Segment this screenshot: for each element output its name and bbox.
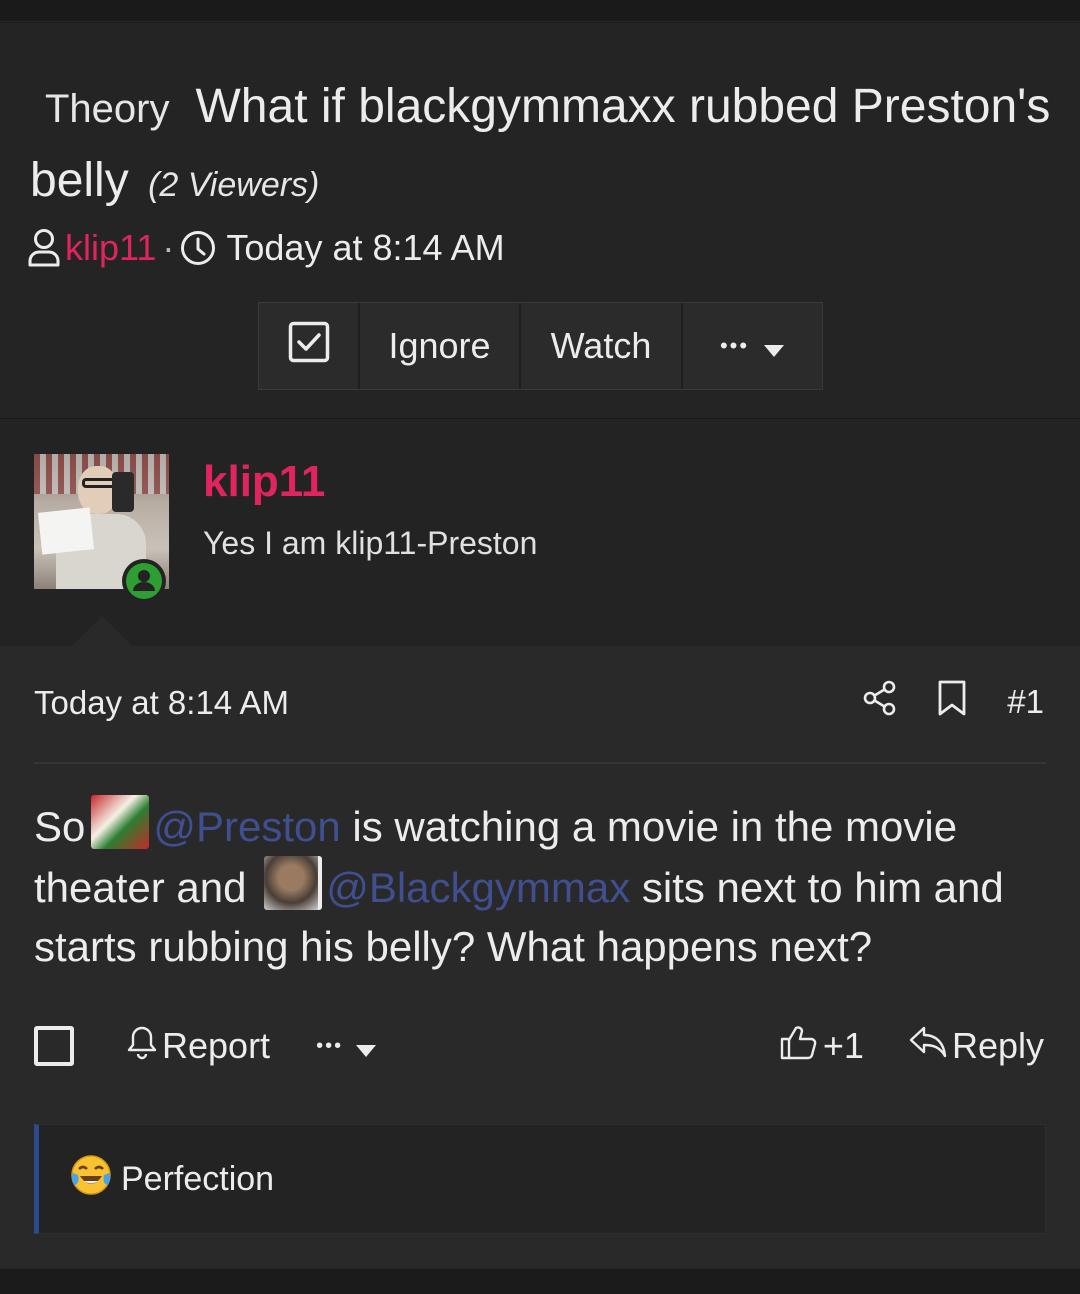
thread-date-link[interactable]: Today at 8:14 AM (226, 227, 504, 269)
bookmark-icon[interactable] (937, 680, 967, 724)
select-thread-checkbox[interactable] (259, 303, 360, 389)
chevron-down-icon (355, 1025, 381, 1067)
report-button[interactable]: Report (126, 1024, 270, 1069)
thread-author-link[interactable]: klip11 (65, 227, 156, 269)
top-strip (0, 0, 1080, 22)
reply-button[interactable]: Reply (908, 1024, 1044, 1069)
chevron-down-icon (763, 325, 785, 367)
like-button[interactable]: +1 (779, 1022, 864, 1071)
thread-action-bar: Ignore Watch ••• (258, 302, 823, 390)
watch-button[interactable]: Watch (521, 303, 683, 389)
share-icon[interactable] (863, 680, 897, 724)
reaction-label: Perfection (121, 1159, 275, 1198)
checkbox-checked-icon (288, 321, 330, 372)
more-dots-label: ••• (316, 1034, 344, 1057)
online-status-icon (120, 557, 168, 610)
select-post-checkbox[interactable] (34, 1026, 74, 1066)
reply-icon (908, 1024, 952, 1069)
mention-avatar-blackgymmax[interactable] (264, 856, 323, 910)
thread-title: Theory What if blackgymmaxx rubbed Presto… (30, 71, 1060, 221)
reaction-summary[interactable]: Perfection (34, 1124, 1046, 1234)
more-options-button[interactable]: ••• (683, 303, 822, 389)
thread-prefix-label[interactable]: Theory (45, 87, 170, 131)
mention-preston-link[interactable]: @Preston (153, 803, 340, 850)
message-text-1: So (34, 803, 86, 850)
mention-blackgymmax-link[interactable]: @Blackgymmax (326, 864, 630, 911)
viewer-count: (2 Viewers) (148, 166, 320, 204)
ignore-button[interactable]: Ignore (360, 303, 521, 389)
clock-icon (180, 230, 216, 266)
caret-pointer (72, 616, 132, 646)
bell-icon (126, 1024, 162, 1069)
thread-header: Theory What if blackgymmaxx rubbed Presto… (0, 23, 1080, 418)
post-message: So @Preston is watching a movie in the mo… (34, 795, 1044, 976)
post-number-link[interactable]: #1 (1007, 683, 1044, 721)
thread-meta: klip11 · Today at 8:14 AM (27, 223, 505, 273)
like-count: +1 (822, 1025, 864, 1066)
report-label: Report (162, 1025, 271, 1066)
post-author-link[interactable]: klip11 (203, 457, 325, 507)
reply-label: Reply (951, 1025, 1044, 1066)
post-date-link[interactable]: Today at 8:14 AM (34, 684, 289, 722)
user-title: Yes I am klip11-Preston (203, 525, 538, 561)
meta-separator: · (162, 227, 175, 268)
post-divider (34, 762, 1046, 764)
bottom-strip (0, 1268, 1080, 1294)
crying-laughing-emoji-icon (69, 1153, 121, 1206)
mention-avatar-preston[interactable] (91, 795, 150, 849)
post-footer-actions: Report ••• +1 Reply (34, 1018, 1044, 1074)
more-dots-label: ••• (719, 333, 750, 358)
post-tools: #1 (863, 680, 1044, 724)
thumbs-up-icon (779, 1022, 823, 1071)
user-icon (27, 228, 61, 268)
post-more-options-button[interactable]: ••• (316, 1025, 381, 1067)
